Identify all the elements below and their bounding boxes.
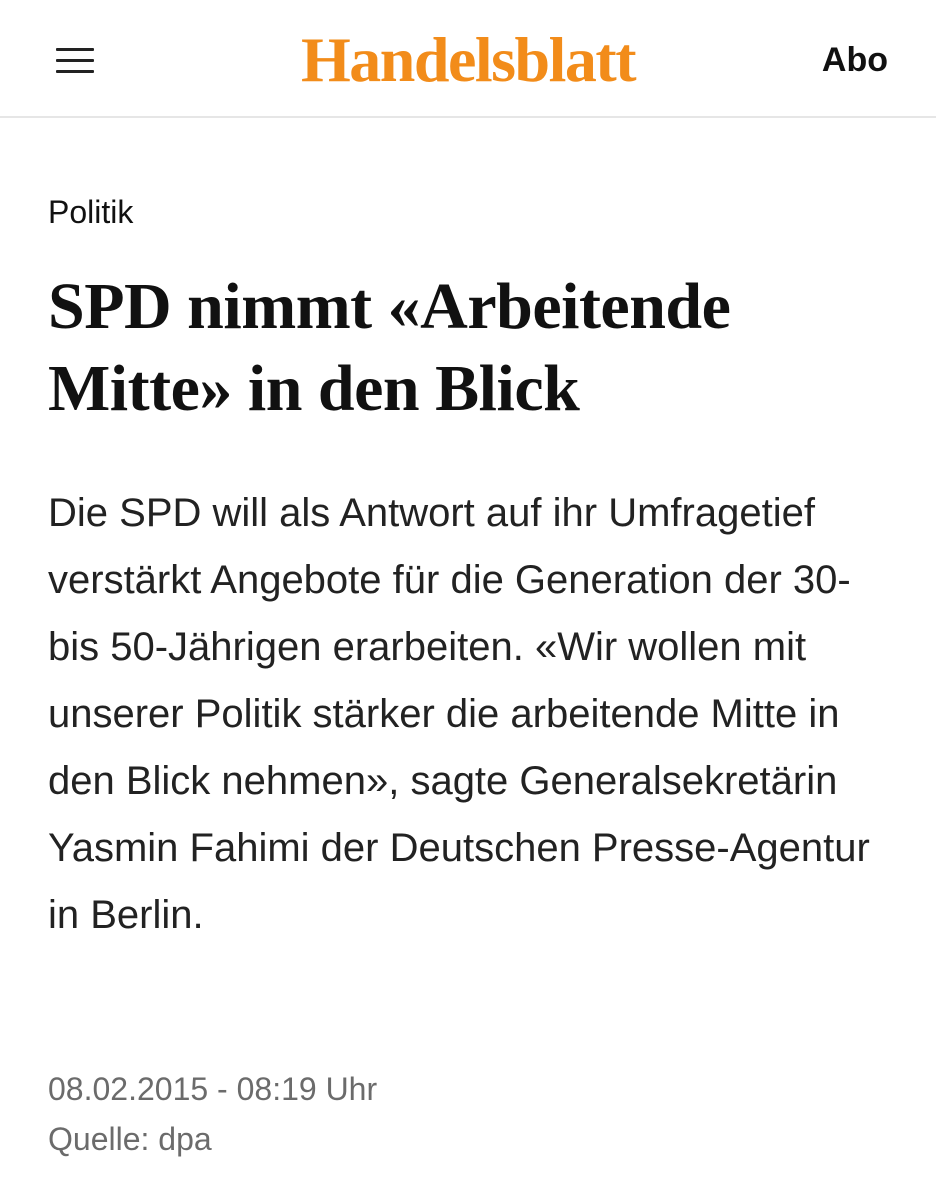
article-meta: 08.02.2015 - 08:19 Uhr Quelle: dpa (48, 1064, 377, 1164)
menu-line (56, 70, 94, 73)
top-navigation-bar: Handelsblatt Abo (0, 0, 936, 118)
article-timestamp: 08.02.2015 - 08:19 Uhr (48, 1071, 378, 1107)
menu-line (56, 59, 94, 62)
abo-link[interactable]: Abo (822, 40, 888, 80)
hamburger-menu-icon[interactable] (52, 44, 98, 78)
handelsblatt-logo[interactable]: Handelsblatt (276, 22, 660, 98)
menu-line (56, 48, 94, 51)
article-lead-text: Die SPD will als Antwort auf ihr Umfrage… (48, 491, 870, 937)
article-headline: SPD nimmt «Arbeitende Mitte» in den Blic… (48, 270, 731, 425)
article-category[interactable]: Politik (48, 192, 133, 232)
article-source: Quelle: dpa (48, 1121, 212, 1157)
